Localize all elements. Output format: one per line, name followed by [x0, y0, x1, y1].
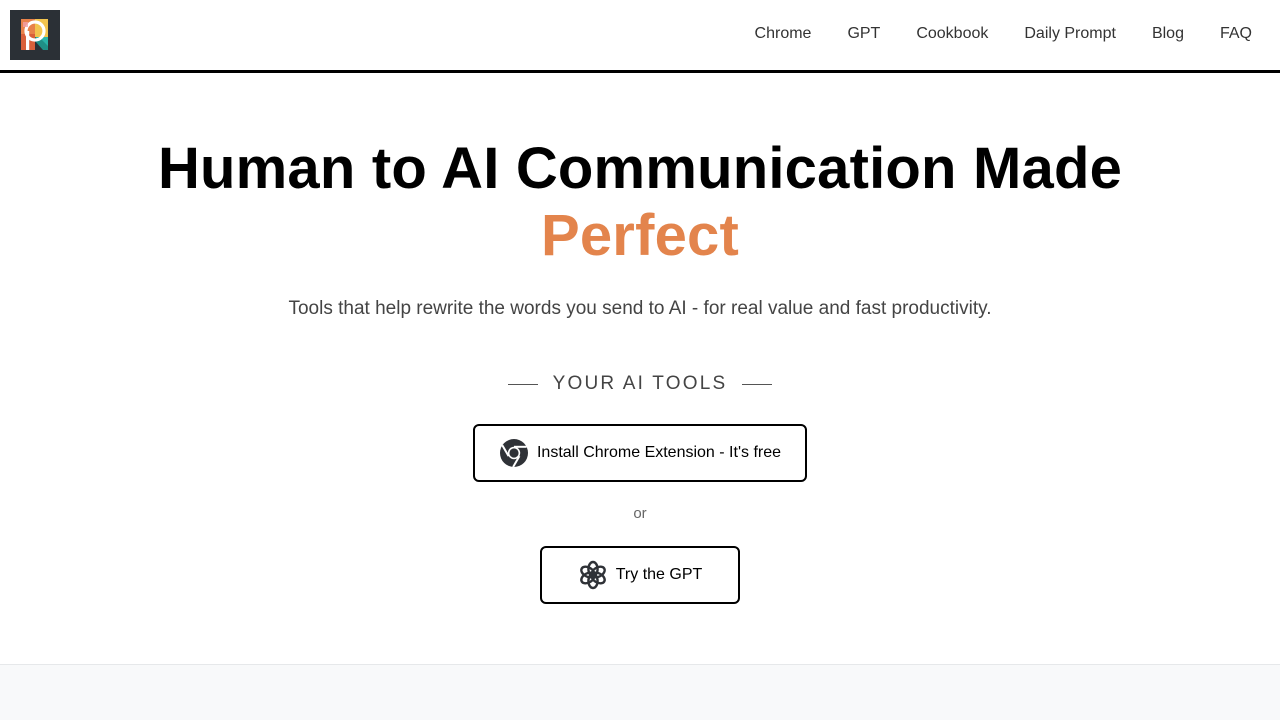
prompt-perfect-logo-icon[interactable] [10, 10, 60, 60]
headline-main-text: Human to AI Communication Made [157, 136, 1123, 201]
try-gpt-button[interactable]: Try the GPT [540, 546, 740, 604]
nav-item-daily-prompt[interactable]: Daily Prompt [1006, 22, 1134, 46]
openai-icon [578, 560, 608, 590]
label-divider-left [507, 383, 538, 385]
nav-item-gpt[interactable]: GPT [829, 22, 898, 46]
gpt-button-label: Try the GPT [615, 566, 703, 583]
nav-item-cookbook[interactable]: Cookbook [898, 22, 1006, 46]
tools-section-label: YOUR AI TOOLS [0, 372, 1280, 396]
chrome-button-label: Install Chrome Extension - It's free [536, 444, 782, 461]
nav-item-faq[interactable]: FAQ [1202, 22, 1270, 46]
hero-section: Human to AI Communication Made Perfect T… [0, 73, 1280, 664]
hero-subtitle: Tools that help rewrite the words you se… [288, 298, 992, 319]
or-separator: or [633, 505, 647, 522]
nav-item-blog[interactable]: Blog [1134, 22, 1202, 46]
chrome-icon [499, 438, 529, 468]
hero-headline: Human to AI Communication Made Perfect [0, 135, 1280, 269]
tools-label-text: YOUR AI TOOLS [552, 373, 728, 394]
label-divider-right [742, 383, 773, 385]
next-section-band [0, 664, 1280, 720]
main-nav: Chrome GPT Cookbook Daily Prompt Blog FA… [737, 22, 1270, 46]
headline-accent-text: Perfect [540, 203, 740, 268]
site-header: Chrome GPT Cookbook Daily Prompt Blog FA… [0, 0, 1280, 73]
nav-item-chrome[interactable]: Chrome [737, 22, 830, 46]
install-chrome-extension-button[interactable]: Install Chrome Extension - It's free [473, 424, 807, 482]
